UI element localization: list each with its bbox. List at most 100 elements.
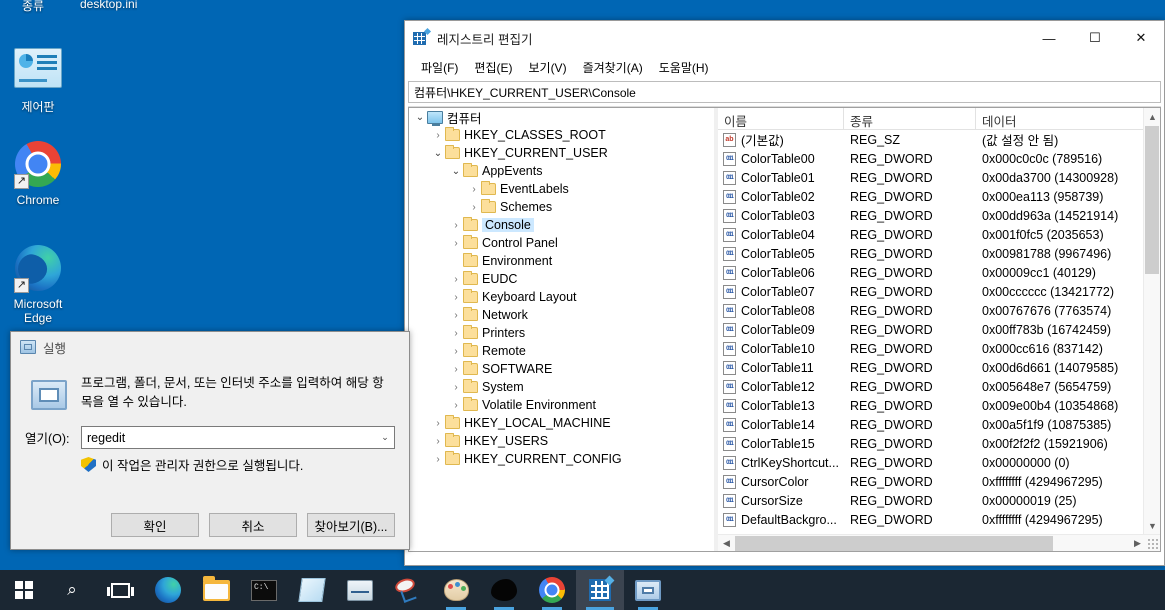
resize-grip[interactable] [1147, 538, 1158, 549]
value-row[interactable]: 011 CursorColor REG_DWORD 0xffffffff (42949… [718, 472, 1160, 491]
tree-item-console[interactable]: › Console [409, 216, 714, 234]
chevron-right-icon[interactable]: › [449, 292, 463, 303]
tree-item-hkey-local-machine[interactable]: › HKEY_LOCAL_MACHINE [409, 414, 714, 432]
horizontal-scroll-thumb[interactable] [735, 535, 1053, 551]
chevron-right-icon[interactable]: › [449, 274, 463, 285]
chevron-down-icon[interactable]: ⌄ [431, 148, 445, 159]
tree-item-hkey-users[interactable]: › HKEY_USERS [409, 432, 714, 450]
registry-editor-window[interactable]: 레지스트리 편집기 — ☐ ✕ 파일(F) 편집(E) 보기(V) 즐겨찾기(A… [404, 20, 1165, 566]
tree-item-printers[interactable]: › Printers [409, 324, 714, 342]
minimize-button[interactable]: — [1026, 21, 1072, 55]
value-row[interactable]: 011 CtrlKeyShortcut... REG_DWORD 0x00000000… [718, 453, 1160, 472]
value-row[interactable]: 011 ColorTable12 REG_DWORD 0x005648e7 (5654… [718, 377, 1160, 396]
registry-editor-menubar[interactable]: 파일(F) 편집(E) 보기(V) 즐겨찾기(A) 도움말(H) [405, 55, 1164, 79]
value-row[interactable]: 011 ColorTable06 REG_DWORD 0x00009cc1 (4012… [718, 263, 1160, 282]
tree-item-schemes[interactable]: › Schemes [409, 198, 714, 216]
column-header-type[interactable]: 종류 [844, 108, 976, 129]
maximize-button[interactable]: ☐ [1072, 21, 1118, 55]
menu-view[interactable]: 보기(V) [520, 56, 574, 79]
chevron-right-icon[interactable]: › [431, 130, 445, 141]
value-row[interactable]: 011 ColorTable01 REG_DWORD 0x00da3700 (1430… [718, 168, 1160, 187]
value-row[interactable]: 011 ColorTable03 REG_DWORD 0x00dd963a (1452… [718, 206, 1160, 225]
values-list[interactable]: ab (기본값) REG_SZ (값 설정 안 됨) 011 ColorTable00 RE… [718, 130, 1160, 529]
start-button[interactable] [0, 570, 48, 610]
run-dialog-taskbar[interactable] [624, 570, 672, 610]
value-row[interactable]: 011 ColorTable09 REG_DWORD 0x00ff783b (1674… [718, 320, 1160, 339]
registry-tree-pane[interactable]: ⌄ 컴퓨터 › HKEY_CLASSES_ROOT ⌄ HKEY_CURRENT_USER… [408, 107, 714, 552]
tree-item-keyboard-layout[interactable]: › Keyboard Layout [409, 288, 714, 306]
chevron-right-icon[interactable]: › [449, 328, 463, 339]
chevron-right-icon[interactable]: › [449, 382, 463, 393]
desktop-icon-chrome[interactable]: ↗ Chrome [0, 140, 76, 207]
value-row[interactable]: ab (기본값) REG_SZ (값 설정 안 됨) [718, 130, 1160, 149]
menu-file[interactable]: 파일(F) [413, 56, 466, 79]
tree-item-software[interactable]: › SOFTWARE [409, 360, 714, 378]
cancel-button[interactable]: 취소 [209, 513, 297, 537]
value-row[interactable]: 011 ColorTable13 REG_DWORD 0x009e00b4 (1035… [718, 396, 1160, 415]
chevron-right-icon[interactable]: › [431, 418, 445, 429]
close-button[interactable]: ✕ [1118, 21, 1164, 55]
value-row[interactable]: 011 ColorTable00 REG_DWORD 0x000c0c0c (7895… [718, 149, 1160, 168]
value-row[interactable]: 011 ColorTable11 REG_DWORD 0x00d6d661 (1407… [718, 358, 1160, 377]
tree-item-hkey-classes-root[interactable]: › HKEY_CLASSES_ROOT [409, 126, 714, 144]
value-row[interactable]: 011 ColorTable14 REG_DWORD 0x00a5f1f9 (1087… [718, 415, 1160, 434]
tree-item-eudc[interactable]: › EUDC [409, 270, 714, 288]
snipping-tool-taskbar[interactable] [384, 570, 432, 610]
desktop[interactable]: 종류 desktop.ini 제어판 ↗ Chrome ↗ Microsoft … [0, 0, 1165, 610]
tree-item-[interactable]: ⌄ 컴퓨터 [409, 108, 714, 126]
column-header-name[interactable]: 이름 [718, 108, 844, 129]
edge-taskbar[interactable] [144, 570, 192, 610]
chevron-right-icon[interactable]: › [431, 436, 445, 447]
column-header-data[interactable]: 데이터 [976, 108, 1160, 129]
value-row[interactable]: 011 DefaultBackgro... REG_DWORD 0xffffffff … [718, 510, 1160, 529]
chevron-right-icon[interactable]: › [431, 454, 445, 465]
value-row[interactable]: 011 ColorTable02 REG_DWORD 0x000ea113 (9587… [718, 187, 1160, 206]
value-row[interactable]: 011 ColorTable05 REG_DWORD 0x00981788 (9967… [718, 244, 1160, 263]
run-dialog[interactable]: 실행 프로그램, 폴더, 문서, 또는 인터넷 주소를 입력하여 해당 항목을 … [10, 331, 410, 550]
chevron-right-icon[interactable]: › [449, 400, 463, 411]
tree-item-appevents[interactable]: ⌄ AppEvents [409, 162, 714, 180]
desktop-icon-control-panel[interactable]: 제어판 [0, 44, 76, 114]
store-taskbar[interactable] [288, 570, 336, 610]
chevron-right-icon[interactable]: › [449, 220, 463, 231]
monitor-taskbar[interactable] [336, 570, 384, 610]
registry-values-pane[interactable]: 이름 종류 데이터 ab (기본값) REG_SZ (값 설정 안 됨) 011 Colo… [718, 107, 1161, 552]
browse-button[interactable]: 찾아보기(B)... [307, 513, 395, 537]
menu-help[interactable]: 도움말(H) [651, 56, 717, 79]
chevron-down-icon[interactable]: ⌄ [449, 166, 463, 177]
scroll-left-icon[interactable]: ◀ [718, 538, 735, 549]
values-vertical-scrollbar[interactable]: ▲ ▼ [1143, 108, 1160, 534]
tree-item-volatile-environment[interactable]: › Volatile Environment [409, 396, 714, 414]
chevron-down-icon[interactable]: ⌄ [376, 432, 394, 443]
regedit-taskbar[interactable] [576, 570, 624, 610]
chevron-down-icon[interactable]: ⌄ [413, 112, 427, 123]
tree-item-system[interactable]: › System [409, 378, 714, 396]
tree-item-environment[interactable]: Environment [409, 252, 714, 270]
file-explorer-taskbar[interactable] [192, 570, 240, 610]
chevron-right-icon[interactable]: › [449, 364, 463, 375]
scroll-right-icon[interactable]: ▶ [1129, 538, 1146, 549]
chevron-right-icon[interactable]: › [449, 238, 463, 249]
tree-item-control-panel[interactable]: › Control Panel [409, 234, 714, 252]
value-row[interactable]: 011 ColorTable07 REG_DWORD 0x00cccccc (1342… [718, 282, 1160, 301]
values-horizontal-scrollbar[interactable]: ◀ ▶ [718, 534, 1160, 551]
run-dialog-titlebar[interactable]: 실행 [11, 332, 409, 362]
menu-edit[interactable]: 편집(E) [466, 56, 520, 79]
chevron-right-icon[interactable]: › [449, 346, 463, 357]
ink-blob-taskbar[interactable] [480, 570, 528, 610]
desktop-icon-edge[interactable]: ↗ Microsoft Edge [0, 244, 76, 325]
registry-address-bar[interactable]: 컴퓨터\HKEY_CURRENT_USER\Console [408, 81, 1161, 103]
chevron-right-icon[interactable]: › [467, 202, 481, 213]
command-prompt-taskbar[interactable]: C:\ [240, 570, 288, 610]
chevron-right-icon[interactable]: › [449, 310, 463, 321]
chevron-right-icon[interactable]: › [467, 184, 481, 195]
ok-button[interactable]: 확인 [111, 513, 199, 537]
task-view-button[interactable] [96, 570, 144, 610]
tree-item-hkey-current-user[interactable]: ⌄ HKEY_CURRENT_USER [409, 144, 714, 162]
value-row[interactable]: 011 ColorTable08 REG_DWORD 0x00767676 (7763… [718, 301, 1160, 320]
tree-item-network[interactable]: › Network [409, 306, 714, 324]
taskbar[interactable]: ⌕ C:\ [0, 570, 1165, 610]
paint-taskbar[interactable] [432, 570, 480, 610]
value-row[interactable]: 011 ColorTable10 REG_DWORD 0x000cc616 (8371… [718, 339, 1160, 358]
values-column-headers[interactable]: 이름 종류 데이터 [718, 108, 1160, 130]
